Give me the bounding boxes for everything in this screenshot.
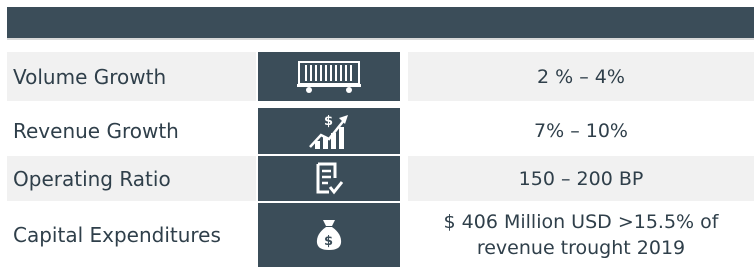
checklist-document-icon — [258, 156, 400, 201]
money-bag-icon: $ — [258, 203, 400, 267]
table-row: Operating Ratio 150 – 200 BP — [0, 156, 754, 201]
table-row: Volume Growth 2 % – 4% — [0, 52, 754, 101]
svg-text:$: $ — [324, 114, 333, 129]
row-value-capital-expenditures: $ 406 Million USD >15.5% of revenue trou… — [408, 203, 754, 267]
rail-car-icon — [258, 52, 400, 101]
table-row: Capital Expenditures $ $ 406 Million USD… — [0, 203, 754, 267]
row-value-revenue-growth: 7% – 10% — [408, 108, 754, 154]
row-label-operating-ratio: Operating Ratio — [7, 156, 256, 201]
row-label-volume-growth: Volume Growth — [7, 52, 256, 101]
row-value-volume-growth: 2 % – 4% — [408, 52, 754, 101]
table-row: Revenue Growth $ 7% – 10% — [0, 108, 754, 154]
row-label-revenue-growth: Revenue Growth — [7, 108, 256, 154]
revenue-growth-chart-icon: $ — [258, 108, 400, 154]
row-value-operating-ratio: 150 – 200 BP — [408, 156, 754, 201]
row-label-capital-expenditures: Capital Expenditures — [7, 203, 256, 267]
header-divider — [7, 38, 754, 40]
header-bar — [7, 7, 754, 38]
svg-text:$: $ — [324, 234, 333, 249]
